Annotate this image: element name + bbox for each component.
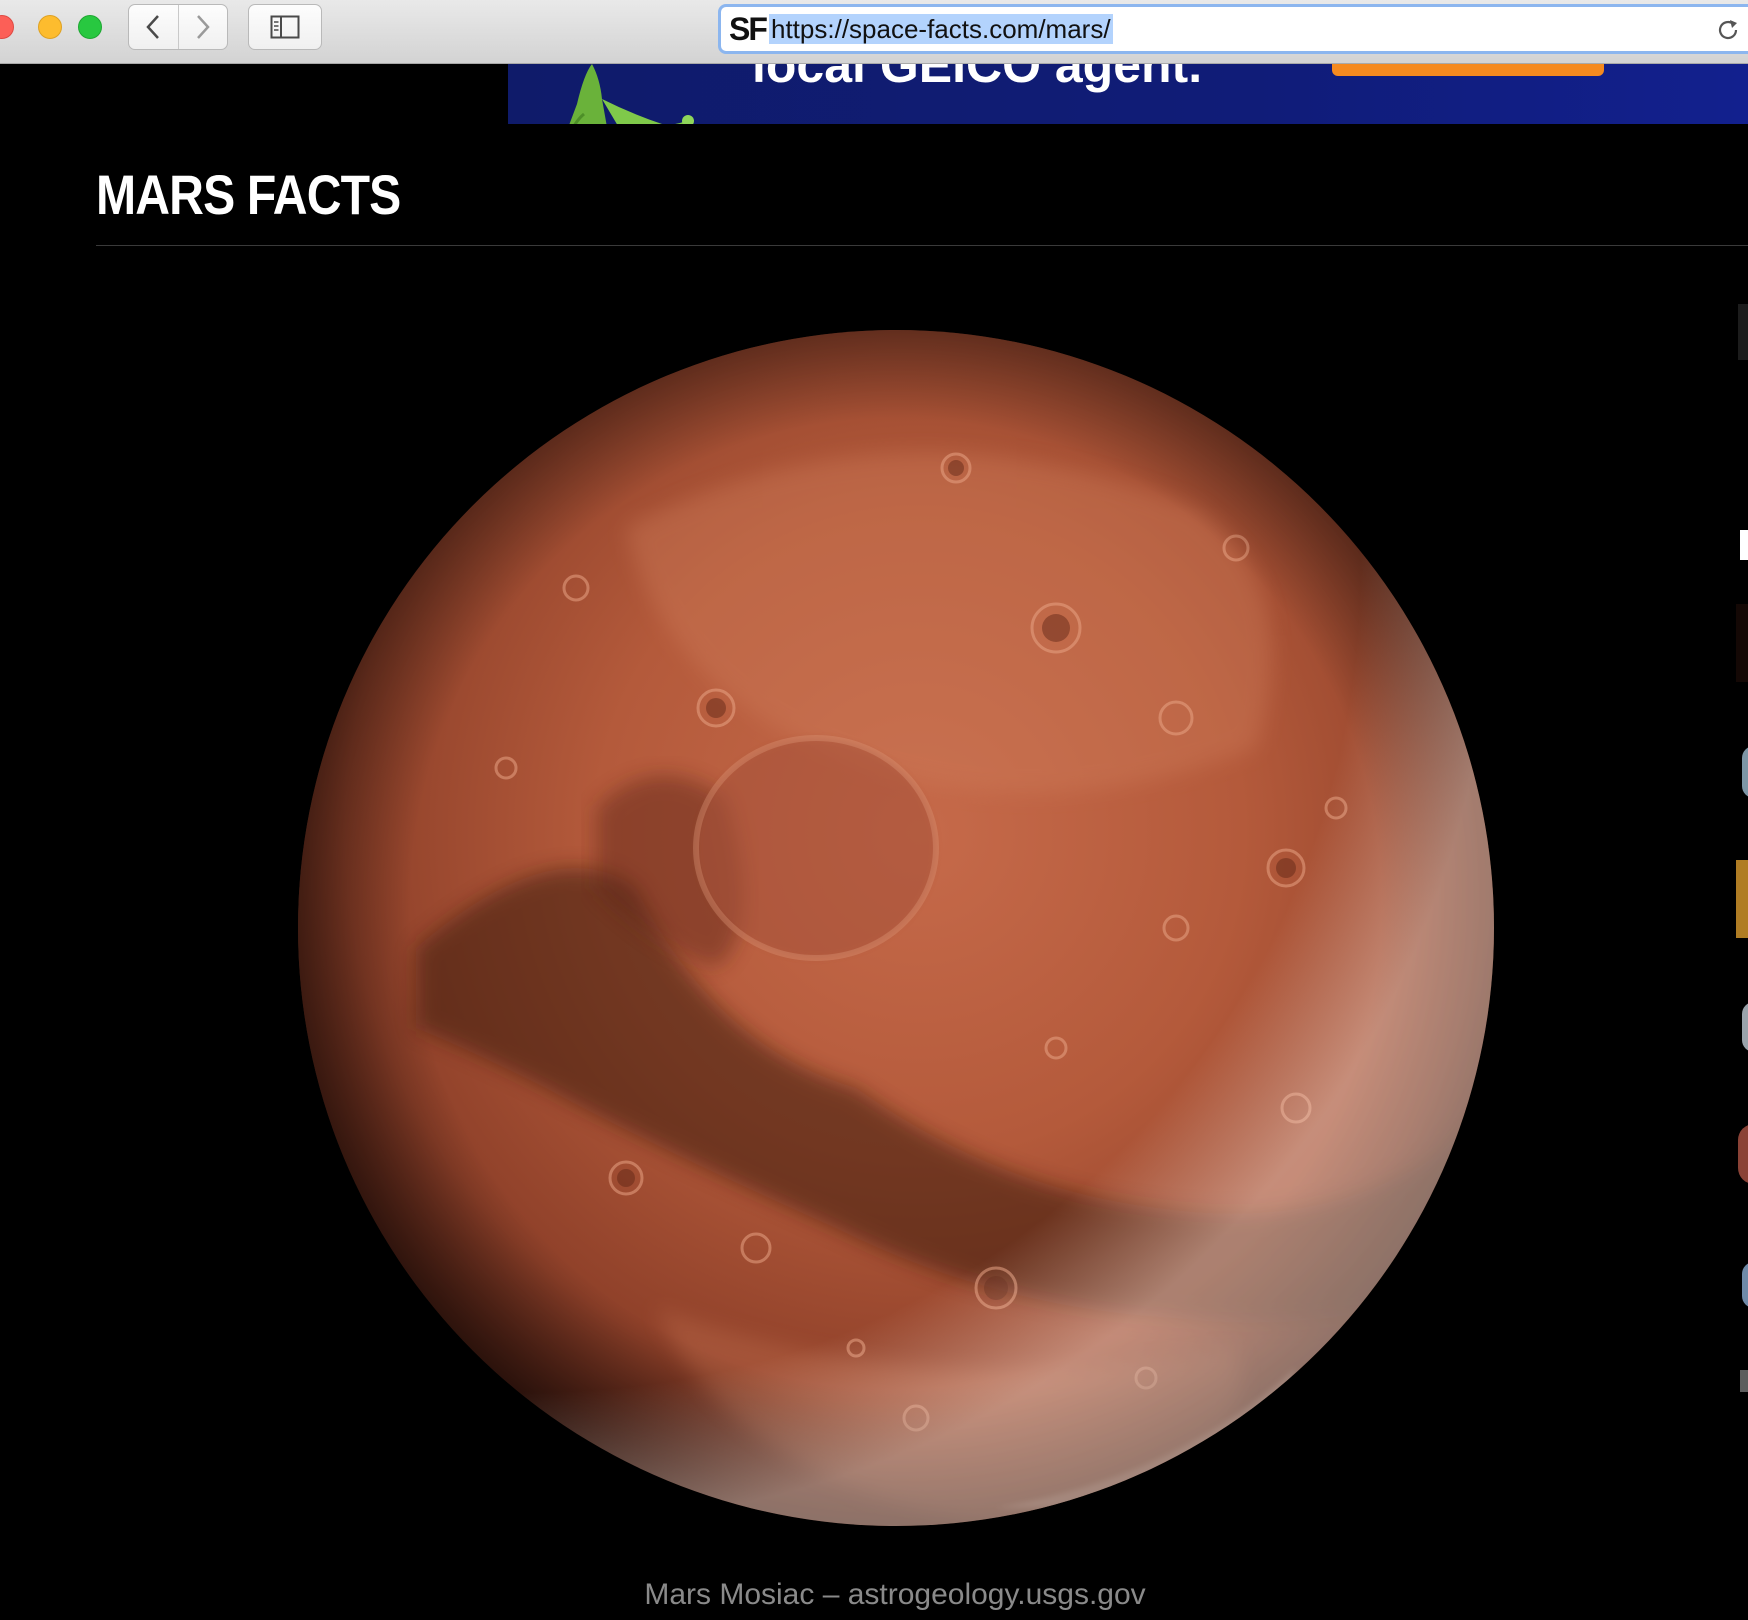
url-text[interactable]: https://space-facts.com/mars/ [769,14,1113,44]
browser-toolbar: SF https://space-facts.com/mars/ [0,0,1748,64]
minimize-window-button[interactable] [38,15,62,39]
gecko-mascot [569,64,694,124]
mars-planet [298,330,1494,1526]
sidebar-edge-heading [1740,530,1748,560]
sidebar-edge-thumb[interactable] [1736,860,1748,938]
back-icon [146,15,160,39]
image-caption: Mars Mosiac – astrogeology.usgs.gov [644,1578,1146,1611]
ad-headline: local GEICO agent. [752,64,1203,93]
forward-button[interactable] [177,5,228,49]
zoom-window-button[interactable] [78,15,102,39]
navigation-buttons [128,4,228,50]
advertisement-banner[interactable]: local GEICO agent. [508,64,1748,124]
close-window-button[interactable] [0,15,14,39]
back-button[interactable] [129,5,178,49]
title-divider [96,245,1748,246]
address-bar[interactable]: SF https://space-facts.com/mars/ [718,4,1748,54]
sidebar-edge-planet[interactable] [1742,1002,1748,1052]
reload-icon[interactable] [1715,17,1741,43]
sidebar-icon [270,15,300,39]
sidebar-edge-planet[interactable] [1742,1262,1748,1308]
sidebar-edge-block [1738,304,1748,360]
sidebar-toggle-button[interactable] [248,4,322,50]
sidebar-edge-thumb[interactable] [1736,604,1748,682]
sidebar-edge-planet[interactable] [1738,1124,1748,1184]
site-favicon: SF [729,11,768,47]
forward-icon [196,15,210,39]
sidebar-edge-planet[interactable] [1740,1370,1748,1392]
sidebar-edge-planet[interactable] [1742,746,1748,798]
ad-cta-button[interactable] [1332,64,1604,76]
page-title: Mars Facts [96,163,401,226]
